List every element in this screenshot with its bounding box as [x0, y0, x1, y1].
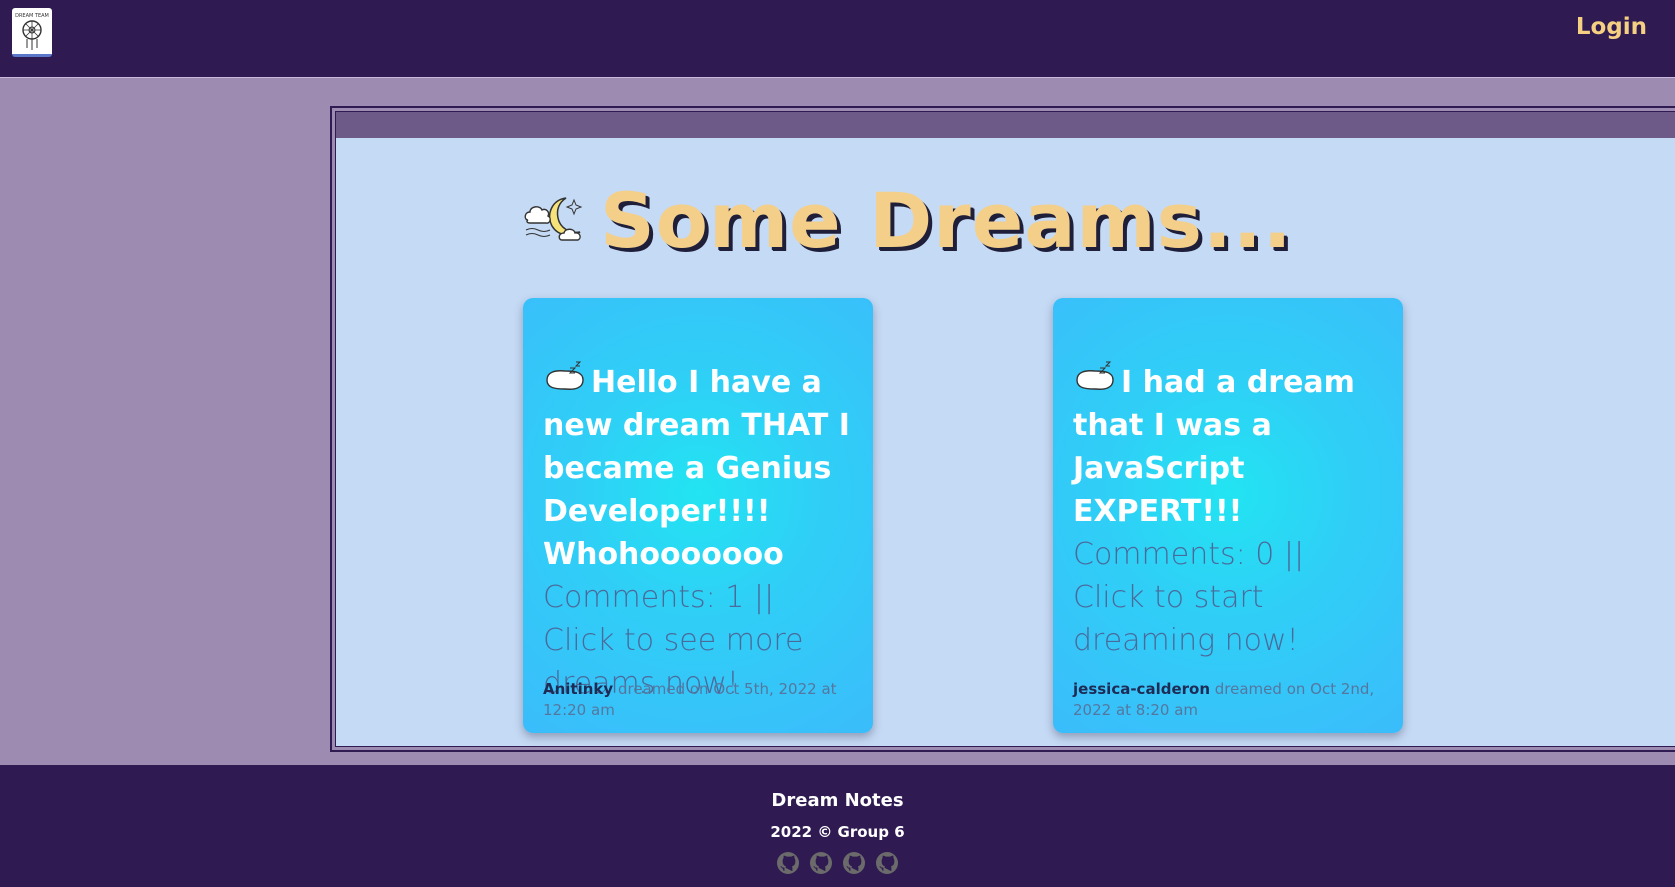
footer-social-links	[0, 851, 1675, 875]
dream-card-title: I had a dream that I was a JavaScript EX…	[1073, 365, 1355, 529]
panel-top-bar	[336, 112, 1675, 138]
moon-cloud-icon	[524, 196, 583, 241]
github-icon[interactable]	[809, 851, 833, 875]
pillow-icon	[1076, 361, 1114, 390]
dream-catcher-logo-icon[interactable]: DREAM TEAM	[12, 8, 52, 57]
github-icon[interactable]	[875, 851, 899, 875]
dream-card[interactable]: I had a dream that I was a JavaScript EX…	[1053, 298, 1403, 733]
login-link[interactable]: Login	[1576, 14, 1647, 40]
footer-copyright: 2022 © Group 6	[770, 823, 905, 841]
dream-card-meta: jessica-calderon dreamed on Oct 2nd, 202…	[1073, 679, 1383, 721]
dream-card-meta: Anitinky dreamed on Oct 5th, 2022 at 12:…	[543, 679, 853, 721]
github-icon[interactable]	[842, 851, 866, 875]
dream-card-title-block: I had a dream that I was a JavaScript EX…	[1073, 358, 1383, 533]
footer: Dream Notes 2022 © Group 6	[0, 765, 1675, 887]
page-title: Some Dreams...	[522, 176, 1293, 265]
dream-card-title: Hello I have a new dream THAT I became a…	[543, 365, 850, 572]
page-title-text: Some Dreams...	[600, 176, 1293, 265]
dreams-panel-content: Some Dreams... Hello I have a new dream …	[335, 111, 1675, 747]
top-navbar: DREAM TEAM Login	[0, 0, 1675, 78]
dream-card-author[interactable]: jessica-calderon	[1073, 680, 1210, 698]
footer-title: Dream Notes	[771, 790, 904, 811]
dream-card-title-block: Hello I have a new dream THAT I became a…	[543, 358, 853, 576]
logo-text: DREAM TEAM	[15, 13, 49, 19]
dream-card-author[interactable]: Anitinky	[543, 680, 613, 698]
pillow-icon	[546, 361, 584, 390]
dreams-panel: Some Dreams... Hello I have a new dream …	[330, 106, 1675, 752]
github-icon[interactable]	[776, 851, 800, 875]
dream-card[interactable]: Hello I have a new dream THAT I became a…	[523, 298, 873, 733]
dream-card-comments[interactable]: Comments: 0 || Click to start dreaming n…	[1073, 533, 1383, 662]
